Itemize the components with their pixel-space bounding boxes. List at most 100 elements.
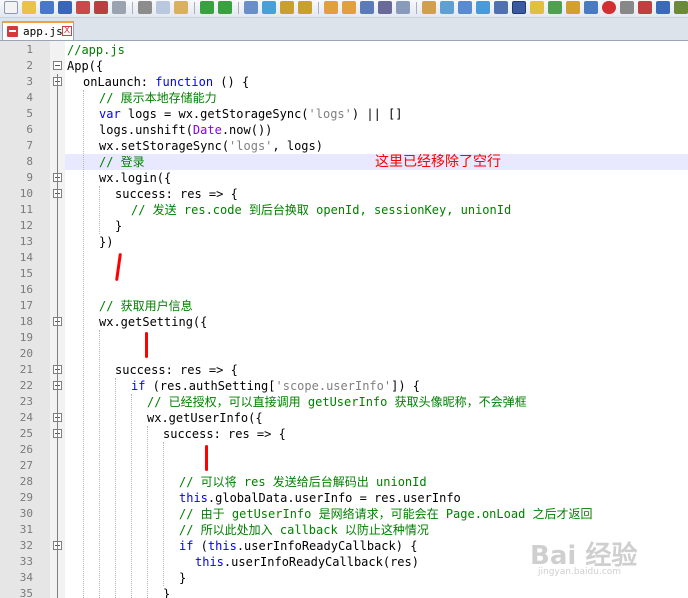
- sync-vertical-icon[interactable]: [324, 1, 338, 14]
- save-all-icon[interactable]: [58, 1, 72, 14]
- code-line[interactable]: 27: [0, 458, 688, 474]
- code-line[interactable]: 35}: [0, 586, 688, 598]
- code-text: }: [179, 570, 186, 586]
- toolbar-separator: [132, 2, 133, 14]
- code-line[interactable]: 13}): [0, 234, 688, 250]
- redo-icon[interactable]: [218, 1, 232, 14]
- open-folder-icon[interactable]: [22, 1, 36, 14]
- code-line[interactable]: 3 onLaunch: function () {: [0, 74, 688, 90]
- macro-playback-icon[interactable]: [548, 1, 562, 14]
- close-file-icon[interactable]: [76, 1, 90, 14]
- record-icon[interactable]: [602, 1, 616, 14]
- function-list-icon[interactable]: [458, 1, 472, 14]
- code-token: this: [195, 555, 224, 569]
- show-all-characters-icon[interactable]: [378, 1, 392, 14]
- code-editor[interactable]: 1//app.js 2 App({3 onLaunch: function () {4…: [0, 41, 688, 598]
- code-token: }: [179, 571, 187, 585]
- code-line[interactable]: 11 // 发送 res.code 到后台换取 openId, sessionKe…: [0, 202, 688, 218]
- code-line[interactable]: 28 // 可以将 res 发送给后台解码出 unionId: [0, 474, 688, 490]
- code-line[interactable]: 6 logs.unshift(Date.now()): [0, 122, 688, 138]
- find-icon[interactable]: [244, 1, 258, 14]
- document-map-icon[interactable]: [440, 1, 454, 14]
- code-token: var: [99, 107, 121, 121]
- code-line[interactable]: 29 this.globalData.userInfo = res.userInf…: [0, 490, 688, 506]
- code-text: if (res.authSetting['scope.userInfo']) {: [131, 378, 420, 394]
- code-line[interactable]: 22 if (res.authSetting['scope.userInfo'])…: [0, 378, 688, 394]
- macro-run-multiple-icon[interactable]: [566, 1, 580, 14]
- code-text: // 可以将 res 发送给后台解码出 unionId: [179, 474, 427, 490]
- line-number: 24: [19, 411, 33, 424]
- code-line[interactable]: 1 //app.js: [0, 42, 688, 58]
- new-file-icon[interactable]: [4, 1, 18, 14]
- code-token: logs = wx.getStorageSync(: [120, 107, 309, 121]
- code-line[interactable]: 16: [0, 282, 688, 298]
- line-number: 26: [19, 443, 33, 456]
- zoom-in-icon[interactable]: [280, 1, 294, 14]
- code-line[interactable]: 17 // 获取用户信息: [0, 298, 688, 314]
- code-line[interactable]: 23 // 已经授权，可以直接调用 getUserInfo 获取头像昵称，不会弹框: [0, 394, 688, 410]
- zoom-out-icon[interactable]: [298, 1, 312, 14]
- code-token: .now()): [221, 123, 273, 137]
- monitoring-icon[interactable]: [494, 1, 508, 14]
- folder-workspace-icon[interactable]: [476, 1, 490, 14]
- line-number: 28: [19, 475, 33, 488]
- macro-record-icon[interactable]: [512, 1, 526, 14]
- copy-icon[interactable]: [156, 1, 170, 14]
- code-line[interactable]: 25 success: res => {: [0, 426, 688, 442]
- code-text: //app.js: [67, 42, 125, 58]
- code-token: // 已经授权，可以直接调用 getUserInfo 获取头像昵称，不会弹框: [147, 395, 527, 409]
- code-token: 'logs': [308, 107, 352, 121]
- indent-guide: [163, 442, 164, 586]
- macro-save-icon[interactable]: [584, 1, 598, 14]
- code-token: Date: [192, 123, 222, 137]
- line-number: 3: [26, 75, 33, 88]
- cut-icon[interactable]: [138, 1, 152, 14]
- code-line[interactable]: 9 wx.login({: [0, 170, 688, 186]
- code-line[interactable]: 19: [0, 330, 688, 346]
- tab-app-js[interactable]: app.js X: [2, 21, 74, 40]
- code-line[interactable]: 4 // 展示本地存储能力: [0, 90, 688, 106]
- code-line[interactable]: 2 App({: [0, 58, 688, 74]
- code-text: success: res => {: [115, 186, 238, 202]
- code-token: .globalData.userInfo = res.userInfo: [207, 491, 461, 505]
- code-line[interactable]: 24 wx.getUserInfo({: [0, 410, 688, 426]
- undo-icon[interactable]: [200, 1, 214, 14]
- code-line[interactable]: 21 success: res => {: [0, 362, 688, 378]
- paste-icon[interactable]: [174, 1, 188, 14]
- code-line[interactable]: 5 var logs = wx.getStorageSync('logs') ||…: [0, 106, 688, 122]
- code-token: this: [179, 491, 208, 505]
- plugin-icon[interactable]: [674, 1, 688, 14]
- line-number: 13: [19, 235, 33, 248]
- line-number: 34: [19, 571, 33, 584]
- save-icon[interactable]: [40, 1, 54, 14]
- code-text: if (this.userInfoReadyCallback) {: [179, 538, 417, 554]
- close-all-icon[interactable]: [94, 1, 108, 14]
- close-icon[interactable]: X: [62, 26, 72, 36]
- code-line[interactable]: 20: [0, 346, 688, 362]
- play-icon[interactable]: [620, 1, 634, 14]
- macro-stop-icon[interactable]: [530, 1, 544, 14]
- code-token: wx.login({: [99, 171, 172, 185]
- spellcheck-icon[interactable]: [656, 1, 670, 14]
- sync-horizontal-icon[interactable]: [342, 1, 356, 14]
- word-wrap-icon[interactable]: [360, 1, 374, 14]
- indent-guide-icon[interactable]: [396, 1, 410, 14]
- code-line[interactable]: 8 // 登录: [0, 154, 688, 170]
- code-line[interactable]: 12}: [0, 218, 688, 234]
- code-line[interactable]: 18 wx.getSetting({: [0, 314, 688, 330]
- fold-toggle-icon[interactable]: [53, 61, 62, 70]
- code-line[interactable]: 14: [0, 250, 688, 266]
- code-line[interactable]: 15: [0, 266, 688, 282]
- code-line[interactable]: 10 success: res => {: [0, 186, 688, 202]
- language-icon[interactable]: [422, 1, 436, 14]
- code-line[interactable]: 30 // 由于 getUserInfo 是网络请求，可能会在 Page.onLo…: [0, 506, 688, 522]
- code-line[interactable]: 7 wx.setStorageSync('logs', logs): [0, 138, 688, 154]
- print-icon[interactable]: [112, 1, 126, 14]
- stop-icon[interactable]: [638, 1, 652, 14]
- code-line[interactable]: 26: [0, 442, 688, 458]
- code-text: this.userInfoReadyCallback(res): [195, 554, 419, 570]
- code-token: //app.js: [67, 43, 125, 57]
- code-token: }): [99, 235, 114, 249]
- line-number: 14: [19, 251, 33, 264]
- replace-icon[interactable]: [262, 1, 276, 14]
